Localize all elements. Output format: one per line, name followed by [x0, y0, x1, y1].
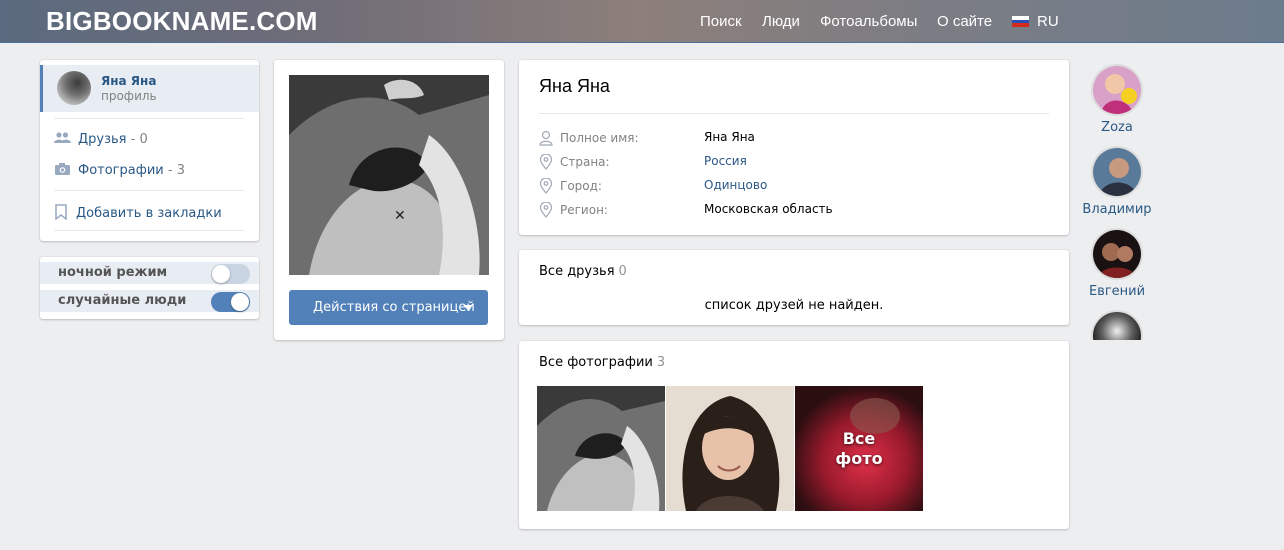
page-actions-button[interactable]: Действия со страницей — [289, 290, 488, 325]
side-user-evgeniy[interactable]: Евгений — [1078, 228, 1156, 308]
all-photos-label-line2: фото — [835, 448, 883, 468]
all-photos-label-line1: Все — [842, 428, 876, 448]
location-pin-icon — [539, 178, 553, 194]
divider — [54, 230, 244, 231]
photos-section-title[interactable]: Все фотографии 3 — [539, 355, 665, 370]
all-photos-tile[interactable]: Все фото — [795, 386, 923, 511]
photo-image — [537, 386, 665, 511]
russia-flag-icon[interactable] — [1012, 16, 1029, 27]
camera-icon — [55, 163, 70, 175]
avatar — [1091, 64, 1143, 116]
friends-card: Все друзья 0 список друзей не найден. — [519, 250, 1069, 325]
location-pin-icon — [539, 202, 553, 218]
photo-thumb[interactable] — [666, 386, 794, 511]
photo-image — [666, 386, 794, 511]
left-menu: Яна Яна профиль Друзья - 0 Фотографии - … — [40, 60, 259, 241]
side-user-name: Zoza — [1101, 120, 1133, 135]
profile-photo-image: ✕ — [289, 75, 489, 275]
location-pin-icon — [539, 154, 553, 170]
night-mode-label: ночной режим — [58, 265, 168, 280]
friends-empty-message: список друзей не найден. — [704, 298, 884, 313]
night-mode-row: ночной режим — [40, 262, 259, 284]
bookmark-label: Добавить в закладки — [76, 206, 222, 221]
top-nav: Поиск Люди Фотоальбомы О сайте RU — [0, 13, 1284, 33]
photos-card: Все фотографии 3 Все фото — [519, 341, 1069, 529]
info-label: Регион: — [560, 203, 608, 217]
user-icon — [539, 130, 553, 146]
menu-item-friends[interactable]: Друзья - 0 — [54, 132, 148, 147]
divider — [54, 190, 244, 191]
friends-section-title[interactable]: Все друзья 0 — [539, 264, 627, 279]
menu-item-photos[interactable]: Фотографии - 3 — [54, 163, 185, 178]
info-label: Город: — [560, 179, 602, 193]
info-value: Яна Яна — [704, 130, 755, 144]
side-user-name: Владимир — [1082, 202, 1152, 217]
side-user-name: Евгений — [1088, 284, 1146, 299]
info-label: Полное имя: — [560, 131, 639, 145]
friends-count: - 0 — [130, 132, 148, 147]
nav-search[interactable]: Поиск — [700, 13, 742, 30]
profile-photo[interactable]: ✕ — [289, 75, 489, 275]
photo-thumb[interactable] — [537, 386, 665, 511]
random-people-label: случайные люди — [58, 293, 187, 308]
friends-title: Все друзья — [539, 264, 615, 279]
nav-people[interactable]: Люди — [762, 13, 800, 30]
avatar — [57, 71, 91, 105]
menu-user-name: Яна Яна — [101, 74, 157, 88]
avatar — [1091, 310, 1143, 340]
side-user-partial[interactable] — [1091, 310, 1143, 340]
info-label: Страна: — [560, 155, 610, 169]
bookmark-icon — [55, 204, 67, 220]
random-people-row: случайные люди — [40, 290, 259, 312]
photos-label: Фотографии — [78, 163, 164, 178]
menu-profile-link[interactable]: Яна Яна профиль — [40, 65, 259, 112]
all-photos-label: Все фото — [795, 386, 923, 511]
page-title: Яна Яна — [539, 76, 610, 96]
info-value: Московская область — [704, 202, 833, 216]
random-people-toggle[interactable] — [211, 292, 250, 312]
top-header: BIGBOOKNAME.COM Поиск Люди Фотоальбомы О… — [0, 0, 1284, 43]
friends-icon — [54, 132, 71, 143]
country-link[interactable]: Россия — [704, 154, 747, 168]
language-selector[interactable]: RU — [1037, 13, 1059, 30]
avatar — [1091, 146, 1143, 198]
nav-about[interactable]: О сайте — [937, 13, 992, 30]
photos-count: - 3 — [167, 163, 185, 178]
svg-text:✕: ✕ — [394, 208, 406, 224]
chevron-down-icon — [463, 305, 473, 310]
night-mode-toggle[interactable] — [211, 264, 250, 284]
info-row-fullname: Полное имя: Яна Яна — [539, 130, 1049, 148]
info-row-region: Регион: Московская область — [539, 202, 1049, 220]
side-user-vladimir[interactable]: Владимир — [1078, 146, 1156, 226]
settings-card: ночной режим случайные люди — [40, 257, 259, 319]
info-row-city: Город: Одинцово — [539, 178, 1049, 196]
photos-total: 3 — [656, 355, 666, 370]
divider — [54, 118, 244, 119]
friends-label: Друзья — [78, 132, 127, 147]
side-user-zoza[interactable]: Zoza — [1078, 64, 1156, 144]
photos-title: Все фотографии — [539, 355, 653, 370]
menu-user-sub: профиль — [101, 89, 157, 103]
avatar-card: ✕ Действия со страницей — [274, 60, 504, 340]
profile-info-card: Яна Яна Полное имя: Яна Яна Страна: Росс… — [519, 60, 1069, 235]
avatar — [1091, 228, 1143, 280]
friends-total: 0 — [618, 264, 627, 279]
divider — [539, 113, 1049, 114]
info-row-country: Страна: Россия — [539, 154, 1049, 172]
add-bookmark-button[interactable]: Добавить в закладки — [54, 204, 222, 221]
nav-photoalbums[interactable]: Фотоальбомы — [820, 13, 917, 30]
page-actions-label: Действия со страницей — [313, 300, 475, 315]
city-link[interactable]: Одинцово — [704, 178, 767, 192]
